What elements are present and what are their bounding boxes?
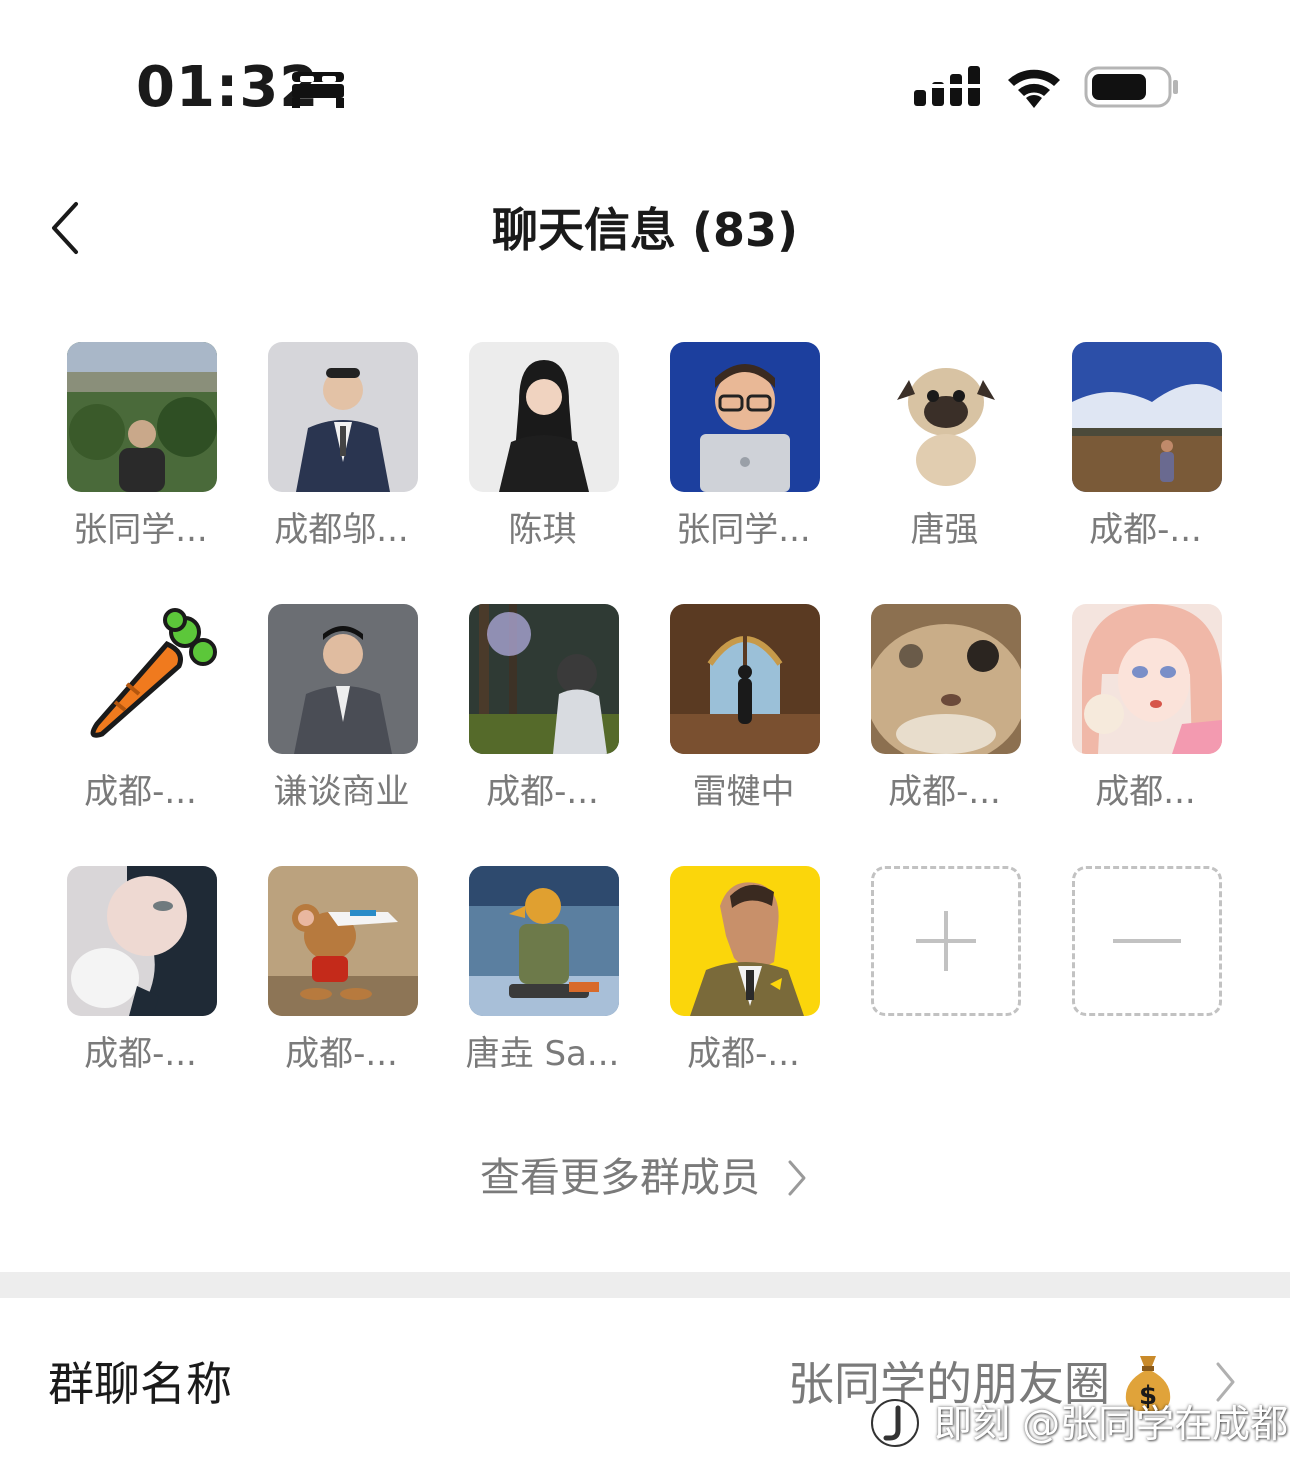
member-item[interactable]: 成都...: [1045, 604, 1246, 834]
avatar: [1072, 342, 1222, 492]
add-member-button[interactable]: [871, 866, 1021, 1016]
member-name: 成都-...: [486, 772, 599, 812]
status-bar: 01:32: [0, 0, 1290, 150]
member-name: 唐强: [910, 510, 979, 550]
battery-icon: [1084, 66, 1178, 108]
member-name: 成都-...: [84, 772, 197, 812]
avatar: [67, 342, 217, 492]
member-item[interactable]: 成都-...: [40, 866, 241, 1096]
member-name: 唐垚 Sa...: [465, 1034, 620, 1074]
avatar: [268, 866, 418, 1016]
member-item[interactable]: 唐垚 Sa...: [442, 866, 643, 1096]
member-item[interactable]: 成都-...: [844, 604, 1045, 834]
avatar: [871, 604, 1021, 754]
member-name: 成都...: [1095, 772, 1196, 812]
avatar: [670, 342, 820, 492]
member-name: 成都-...: [285, 1034, 398, 1074]
member-name: 成都-...: [84, 1034, 197, 1074]
member-item[interactable]: 成都-...: [241, 866, 442, 1096]
avatar: [670, 604, 820, 754]
page-title: 聊天信息 (83): [491, 203, 799, 257]
avatar: [268, 342, 418, 492]
avatar: [871, 342, 1021, 492]
member-item[interactable]: 唐强: [844, 342, 1045, 572]
minus-icon: [1113, 939, 1181, 943]
chevron-right-icon: [788, 1160, 806, 1196]
group-name-label: 群聊名称: [48, 1357, 232, 1411]
member-name: 成都-...: [687, 1034, 800, 1074]
avatar: [469, 866, 619, 1016]
avatar: [67, 866, 217, 1016]
member-item[interactable]: 成都-...: [40, 604, 241, 834]
watermark-text: 即刻 @张同学在成都: [934, 1402, 1289, 1446]
member-name: 谦谈商业: [273, 772, 410, 812]
member-item[interactable]: 成都邬...: [241, 342, 442, 572]
member-name: 雷犍中: [692, 772, 795, 812]
add-member-item[interactable]: [844, 866, 1045, 1096]
member-name: 陈琪: [508, 510, 577, 550]
member-name: 成都-...: [888, 772, 1001, 812]
member-item[interactable]: 成都-...: [643, 866, 844, 1096]
member-name: 张同学...: [73, 510, 208, 550]
chevron-right-icon: [1216, 1362, 1235, 1402]
remove-member-item[interactable]: [1045, 866, 1246, 1096]
plus-icon: [916, 911, 976, 971]
view-more-members-label: 查看更多群成员: [480, 1155, 760, 1201]
member-item[interactable]: 张同学...: [40, 342, 241, 572]
section-divider: [0, 1272, 1290, 1298]
avatar: [670, 866, 820, 1016]
member-item[interactable]: 谦谈商业: [241, 604, 442, 834]
nav-header: 聊天信息 (83): [0, 180, 1290, 280]
avatar: [1072, 604, 1222, 754]
avatar: [67, 604, 217, 754]
cellular-signal-icon: [914, 66, 982, 106]
member-item[interactable]: 成都-...: [442, 604, 643, 834]
avatar: [469, 604, 619, 754]
avatar: [469, 342, 619, 492]
member-item[interactable]: 陈琪: [442, 342, 643, 572]
avatar: [268, 604, 418, 754]
member-name: 张同学...: [676, 510, 811, 550]
jike-logo-icon: [871, 1399, 919, 1447]
remove-member-button[interactable]: [1072, 866, 1222, 1016]
member-name: 成都邬...: [274, 510, 409, 550]
member-item[interactable]: 张同学...: [643, 342, 844, 572]
member-item[interactable]: 成都-...: [1045, 342, 1246, 572]
wifi-icon: [1008, 69, 1060, 108]
member-name: 成都-...: [1089, 510, 1202, 550]
view-more-members-link[interactable]: 查看更多群成员: [0, 1150, 1290, 1210]
member-item[interactable]: 雷犍中: [643, 604, 844, 834]
bed-icon: [292, 72, 344, 108]
